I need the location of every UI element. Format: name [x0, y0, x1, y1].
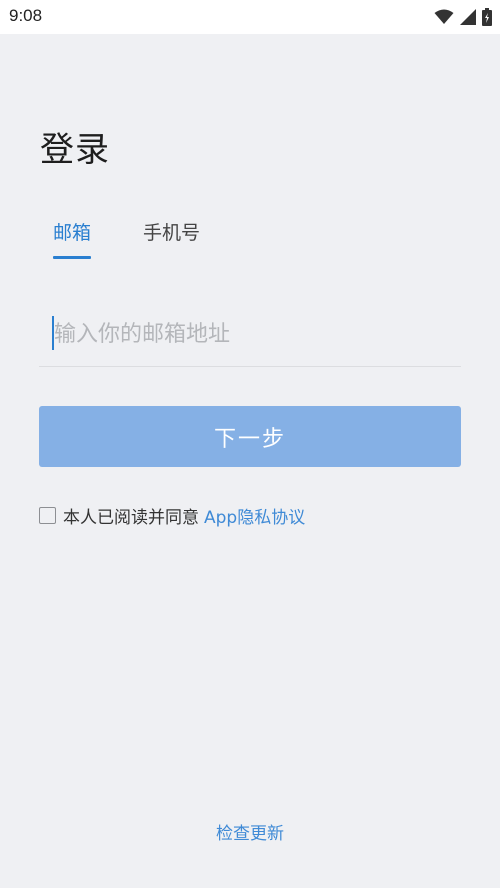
email-input[interactable] — [52, 310, 454, 358]
signal-icon — [460, 9, 476, 25]
status-bar: 9:08 — [0, 0, 500, 34]
privacy-policy-link[interactable]: App隐私协议 — [204, 503, 305, 528]
login-tabs: 邮箱 手机号 — [53, 218, 200, 259]
tab-email[interactable]: 邮箱 — [53, 218, 92, 259]
status-time: 9:08 — [9, 6, 43, 25]
check-update-link[interactable]: 检查更新 — [0, 819, 500, 844]
tab-phone[interactable]: 手机号 — [143, 218, 200, 259]
agree-checkbox[interactable] — [39, 507, 56, 524]
next-button[interactable]: 下一步 — [39, 406, 461, 467]
agreement-row: 本人已阅读并同意 App隐私协议 — [39, 503, 305, 528]
email-field-container — [39, 310, 461, 367]
wifi-icon — [434, 9, 454, 25]
agreement-text: 本人已阅读并同意 — [63, 508, 199, 528]
battery-icon — [482, 8, 492, 26]
status-icons — [434, 7, 492, 27]
page-title: 登录 — [40, 130, 110, 170]
